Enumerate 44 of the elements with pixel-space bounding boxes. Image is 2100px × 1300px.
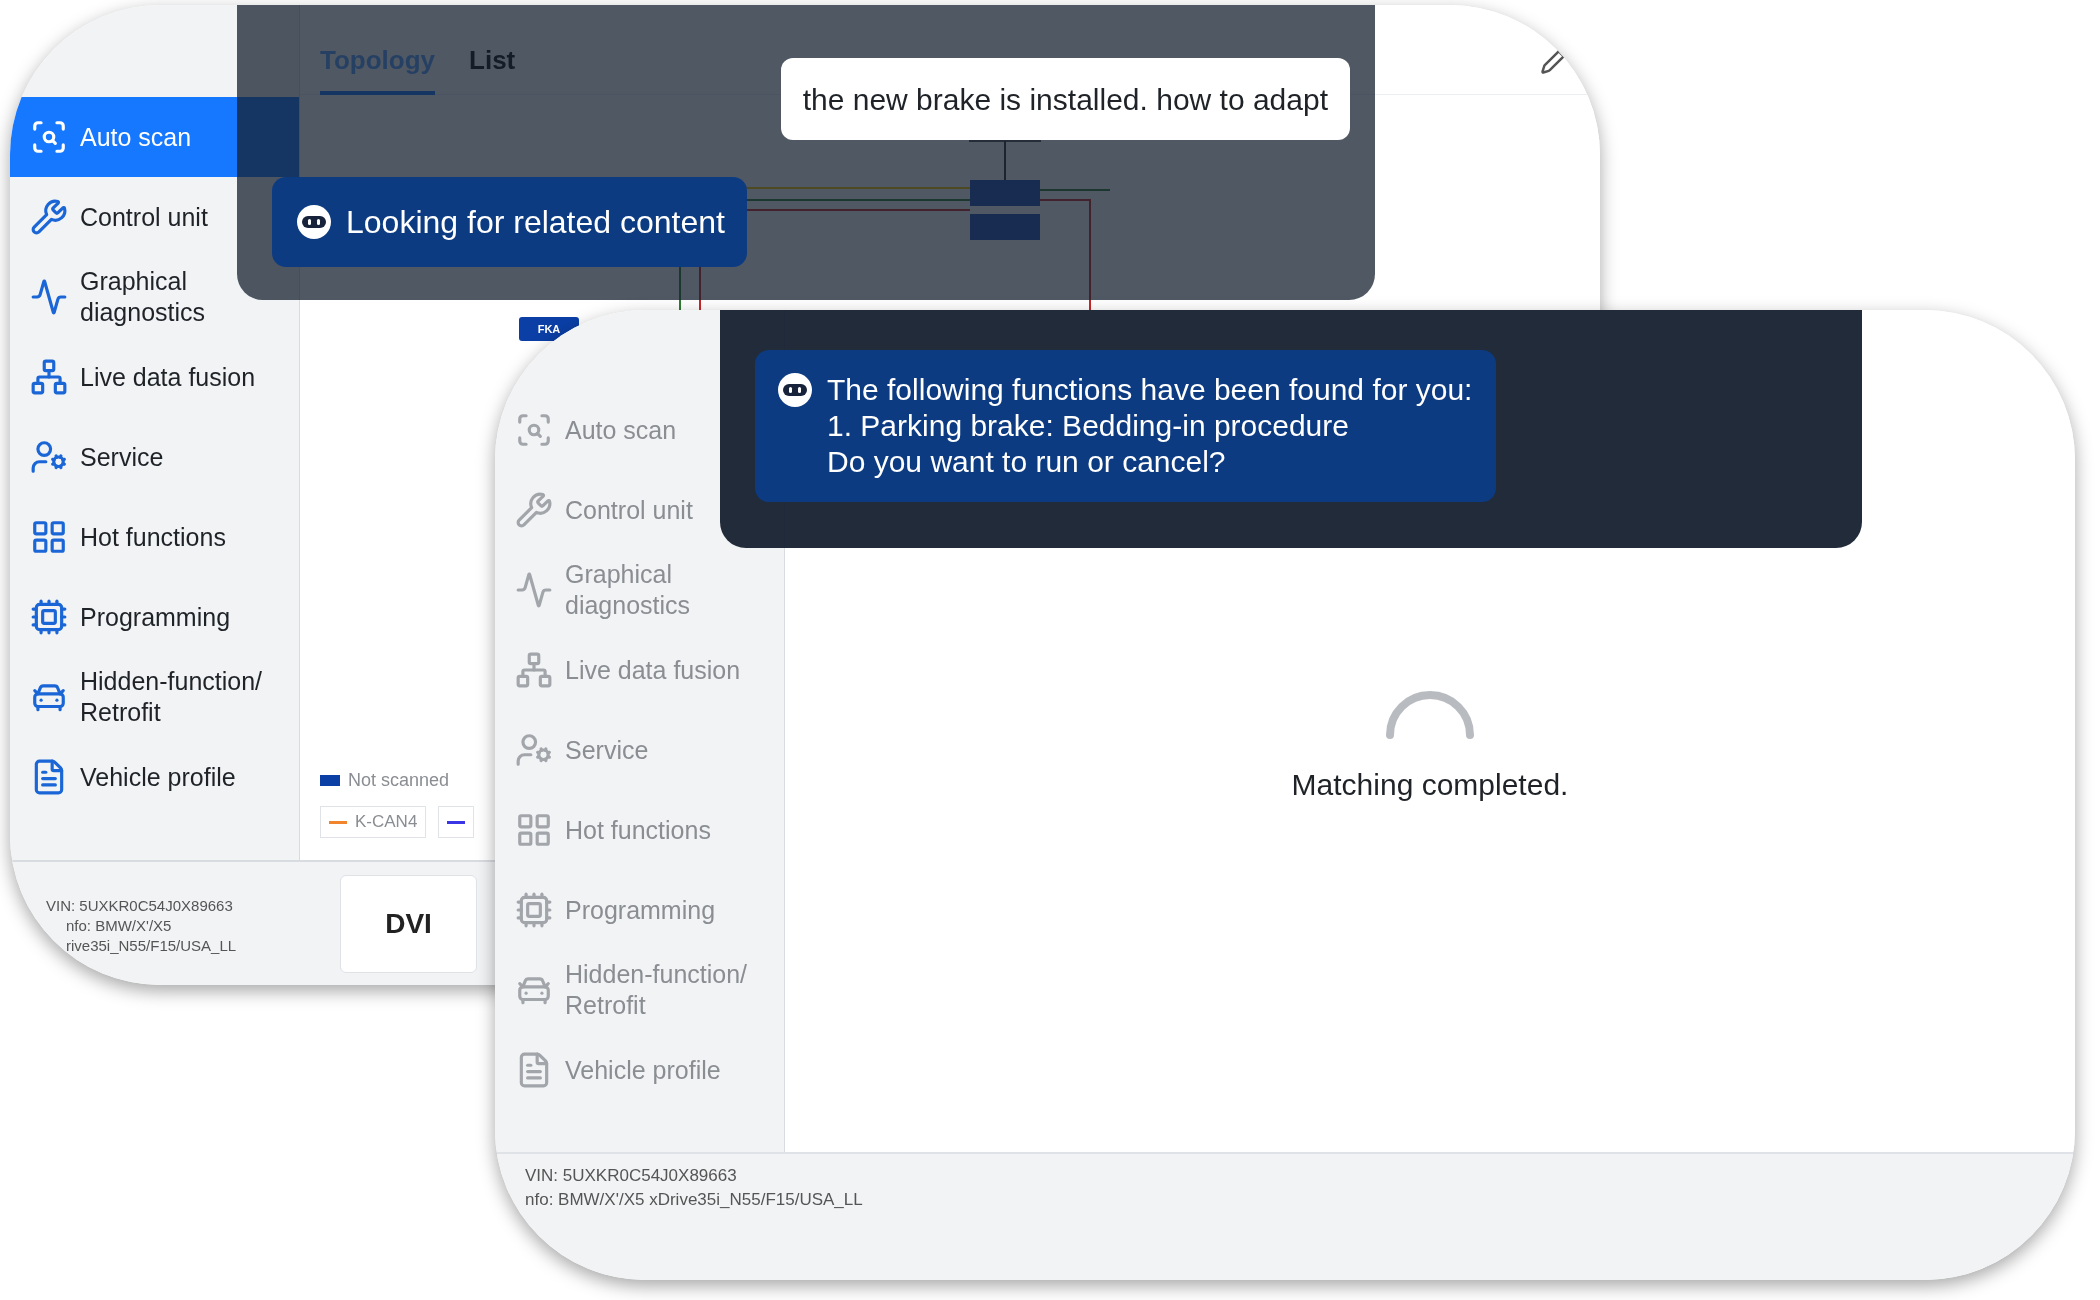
message-line: Do you want to run or cancel? bbox=[827, 444, 1227, 480]
sidebar-item[interactable]: Programming bbox=[495, 870, 784, 950]
sidebar-item[interactable]: Service bbox=[10, 417, 299, 497]
dvi-button[interactable]: DVI bbox=[340, 874, 477, 973]
sidebar-item[interactable]: Graphical diagnostics bbox=[495, 550, 784, 630]
scan-icon bbox=[515, 411, 553, 449]
sidebar-item[interactable]: Vehicle profile bbox=[10, 737, 299, 817]
scan-icon bbox=[30, 118, 68, 156]
assistant-message: Looking for related content bbox=[272, 177, 747, 267]
pulse-chart-icon bbox=[30, 278, 68, 316]
vehicle-info-text: nfo: BMW/X'/X5 bbox=[65, 915, 173, 936]
grid-icon bbox=[30, 518, 68, 556]
sidebar-item[interactable]: Live data fusion bbox=[495, 630, 784, 710]
sidebar-item[interactable]: Vehicle profile bbox=[495, 1030, 784, 1110]
pulse-chart-icon bbox=[515, 571, 553, 609]
person-gear-icon bbox=[30, 438, 68, 476]
robot-icon bbox=[777, 372, 813, 408]
sidebar-item[interactable]: Service bbox=[495, 710, 784, 790]
robot-icon bbox=[296, 204, 332, 240]
wrench-icon bbox=[30, 198, 68, 236]
sidebar-item[interactable]: Hot functions bbox=[10, 497, 299, 577]
sidebar-item[interactable]: Live data fusion bbox=[10, 337, 299, 417]
status-text: Matching completed. bbox=[1291, 767, 1569, 803]
user-message: the new brake is installed. how to adapt bbox=[780, 58, 1350, 140]
sidebar-item[interactable]: Hot functions bbox=[495, 790, 784, 870]
vin-text: VIN: 5UXKR0C54J0X89663 bbox=[46, 895, 234, 916]
sidebar-item[interactable]: Hidden-function/ Retrofit bbox=[10, 657, 299, 737]
grid-icon bbox=[515, 811, 553, 849]
message-line: 1. Parking brake: Bedding-in procedure bbox=[827, 408, 1350, 444]
network-icon bbox=[30, 358, 68, 396]
chip-icon bbox=[515, 891, 553, 929]
wrench-icon bbox=[515, 491, 553, 529]
bus-legend-chip: K-CAN4 bbox=[320, 806, 427, 838]
vehicle-info-text: nfo: BMW/X'/X5 xDrive35i_N55/F15/USA_LL bbox=[524, 1189, 864, 1211]
vehicle-info-text: rive35i_N55/F15/USA_LL bbox=[65, 935, 238, 956]
loading-spinner-icon bbox=[1385, 690, 1475, 740]
legend-label: Not scanned bbox=[348, 769, 450, 792]
person-gear-icon bbox=[515, 731, 553, 769]
sidebar-item[interactable]: Programming bbox=[10, 577, 299, 657]
message-line: The following functions have been found for you: bbox=[827, 372, 1473, 408]
sidebar-item[interactable]: Hidden-function/ Retrofit bbox=[495, 950, 784, 1030]
network-icon bbox=[515, 651, 553, 689]
vin-text: VIN: 5UXKR0C54J0X89663 bbox=[524, 1165, 738, 1187]
chip-icon bbox=[30, 598, 68, 636]
